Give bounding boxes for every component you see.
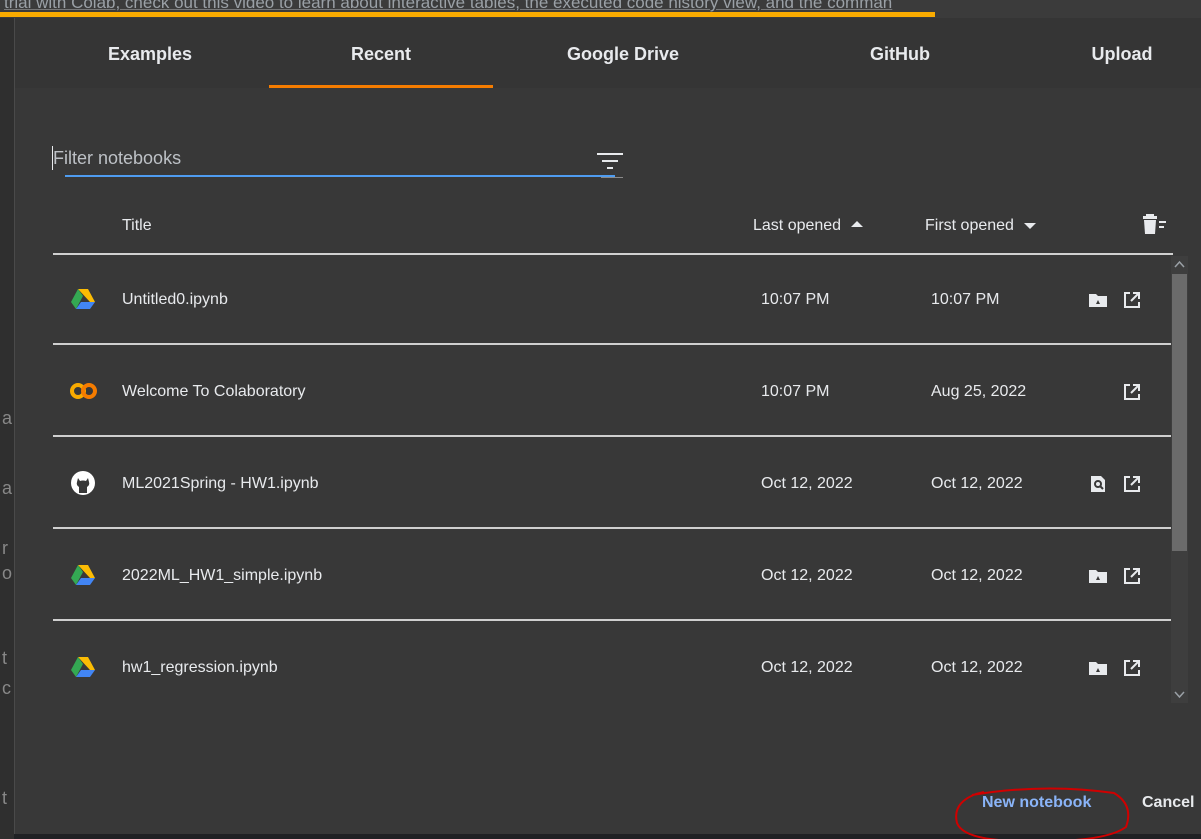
tab-bar: Examples Recent Google Drive GitHub Uplo… <box>15 18 1201 88</box>
notebook-title: Untitled0.ipynb <box>122 291 228 308</box>
first-opened-value: Oct 12, 2022 <box>931 475 1023 492</box>
cancel-button[interactable]: Cancel <box>1142 794 1194 812</box>
column-header-first-opened[interactable]: First opened <box>925 217 1036 235</box>
background-page-strip: trial with Colab, check out this video t… <box>0 0 1201 18</box>
background-glyph: t <box>2 788 8 808</box>
open-in-new-tab-icon[interactable] <box>1121 657 1143 679</box>
scroll-up-arrow-icon[interactable] <box>1171 256 1188 273</box>
recent-notebooks-list: Untitled0.ipynb 10:07 PM 10:07 PM Welcom… <box>53 255 1171 705</box>
row-divider <box>53 435 1171 437</box>
delete-all-icon[interactable] <box>1141 212 1169 236</box>
background-glyph: o <box>2 563 13 583</box>
tab-upload[interactable]: Upload <box>1047 44 1197 65</box>
drive-icon <box>71 657 95 677</box>
filter-list-icon[interactable] <box>597 149 623 171</box>
row-divider <box>53 343 1171 345</box>
colab-icon <box>70 383 97 399</box>
drive-folder-icon[interactable] <box>1087 657 1109 679</box>
background-glyph: t <box>2 648 8 668</box>
notebook-row[interactable]: hw1_regression.ipynb Oct 12, 2022 Oct 12… <box>53 623 1171 705</box>
text-cursor <box>52 146 53 170</box>
drive-folder-icon[interactable] <box>1087 565 1109 587</box>
scroll-down-arrow-icon[interactable] <box>1171 686 1188 703</box>
drive-folder-icon[interactable] <box>1087 289 1109 311</box>
background-progress-bar <box>0 12 935 17</box>
screen: trial with Colab, check out this video t… <box>0 0 1201 839</box>
open-in-new-tab-icon[interactable] <box>1121 289 1143 311</box>
last-opened-value: Oct 12, 2022 <box>761 475 853 492</box>
tab-recent[interactable]: Recent <box>306 44 456 65</box>
view-source-icon[interactable] <box>1087 473 1109 495</box>
sort-descending-icon <box>1023 223 1036 230</box>
tab-examples[interactable]: Examples <box>75 44 225 65</box>
last-opened-value: Oct 12, 2022 <box>761 659 853 676</box>
background-glyph: a <box>2 478 13 498</box>
open-notebook-dialog: Examples Recent Google Drive GitHub Uplo… <box>14 18 1201 839</box>
notebook-row[interactable]: Untitled0.ipynb 10:07 PM 10:07 PM <box>53 255 1171 345</box>
open-in-new-tab-icon[interactable] <box>1121 565 1143 587</box>
column-header-title[interactable]: Title <box>122 217 152 235</box>
notebook-title: 2022ML_HW1_simple.ipynb <box>122 567 323 584</box>
github-icon <box>71 471 95 495</box>
tab-google-drive[interactable]: Google Drive <box>548 44 698 65</box>
first-opened-value: Aug 25, 2022 <box>931 383 1027 400</box>
drive-icon <box>71 289 95 309</box>
notebook-title: ML2021Spring - HW1.ipynb <box>122 475 319 492</box>
open-in-new-tab-icon[interactable] <box>1121 473 1143 495</box>
background-page-edge: a a r o t c t <box>0 18 14 839</box>
active-tab-indicator <box>269 85 493 88</box>
list-scrollbar[interactable] <box>1171 256 1188 703</box>
new-notebook-button[interactable]: New notebook <box>982 794 1091 812</box>
drive-icon <box>71 565 95 585</box>
row-divider <box>53 527 1171 529</box>
last-opened-value: 10:07 PM <box>761 383 830 400</box>
sort-ascending-icon <box>851 221 864 228</box>
filter-underline <box>601 177 623 178</box>
row-divider <box>53 619 1171 621</box>
last-opened-value: Oct 12, 2022 <box>761 567 853 584</box>
tab-github[interactable]: GitHub <box>825 44 975 65</box>
filter-focus-underline <box>65 175 615 177</box>
first-opened-value: Oct 12, 2022 <box>931 659 1023 676</box>
first-opened-value: 10:07 PM <box>931 291 1000 308</box>
column-header-last-opened-label: Last opened <box>753 217 842 234</box>
filter-notebooks-input[interactable] <box>51 143 583 173</box>
scrollbar-thumb[interactable] <box>1172 274 1187 551</box>
notebook-row[interactable]: ML2021Spring - HW1.ipynb Oct 12, 2022 Oc… <box>53 439 1171 529</box>
notebook-row[interactable]: Welcome To Colaboratory 10:07 PM Aug 25,… <box>53 347 1171 437</box>
background-glyph: r <box>2 538 8 558</box>
last-opened-value: 10:07 PM <box>761 291 830 308</box>
background-glyph: c <box>2 678 11 698</box>
notebook-row[interactable]: 2022ML_HW1_simple.ipynb Oct 12, 2022 Oct… <box>53 531 1171 621</box>
first-opened-value: Oct 12, 2022 <box>931 567 1023 584</box>
column-header-first-opened-label: First opened <box>925 217 1014 234</box>
filter-field <box>51 143 623 179</box>
open-in-new-tab-icon[interactable] <box>1121 381 1143 403</box>
background-glyph: a <box>2 408 13 428</box>
column-header-last-opened[interactable]: Last opened <box>753 217 864 235</box>
notebook-title: Welcome To Colaboratory <box>122 383 306 400</box>
notebook-title: hw1_regression.ipynb <box>122 659 278 676</box>
